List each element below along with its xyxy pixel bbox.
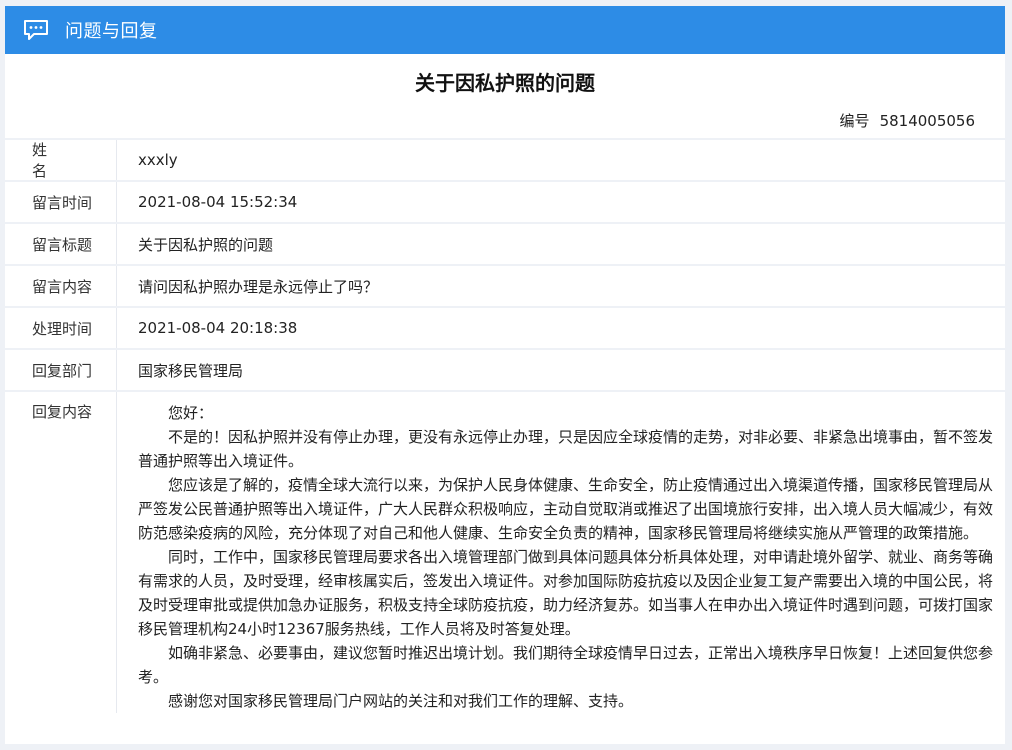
field-value: 请问因私护照办理是永远停止了吗？ (138, 277, 379, 296)
field-row-processing-time: 处理时间 2021-08-04 20:18:38 (5, 308, 1005, 350)
field-value: xxxly (138, 151, 178, 169)
reply-paragraph: 如确非紧急、必要事由，建议您暂时推迟出境计划。我们期待全球疫情早日过去，正常出入… (138, 644, 994, 686)
field-value: 国家移民管理局 (138, 361, 244, 380)
field-label: 留言时间 (5, 182, 117, 222)
field-row-message-title: 留言标题 关于因私护照的问题 (5, 224, 1005, 266)
panel-header: 问题与回复 (5, 6, 1005, 54)
field-label: 处理时间 (5, 308, 117, 348)
chat-bubble-icon (23, 19, 49, 41)
reply-body: 您好： 不是的！因私护照并没有停止办理，更没有永远停止办理，只是因应全球疫情的走… (117, 392, 1005, 713)
reply-paragraph: 您应该是了解的，疫情全球大流行以来，为保护人民身体健康、生命安全，防止疫情通过出… (138, 476, 994, 542)
field-row-reply-content: 回复内容 您好： 不是的！因私护照并没有停止办理，更没有永远停止办理，只是因应全… (5, 392, 1005, 713)
field-value: 2021-08-04 15:52:34 (138, 193, 298, 211)
field-label: 留言标题 (5, 224, 117, 264)
qa-panel: 问题与回复 关于因私护照的问题 编号 5814005056 姓名 xxxly 留言… (5, 6, 1005, 744)
field-label: 留言内容 (5, 266, 117, 306)
reply-paragraph: 您好： (168, 404, 214, 422)
field-label: 姓名 (5, 140, 117, 180)
panel-header-title: 问题与回复 (65, 21, 158, 42)
field-row-name: 姓名 xxxly (5, 140, 1005, 182)
field-label: 回复部门 (5, 350, 117, 390)
field-row-message-content: 留言内容 请问因私护照办理是永远停止了吗？ (5, 266, 1005, 308)
reply-paragraph: 不是的！因私护照并没有停止办理，更没有永远停止办理，只是因应全球疫情的走势，对非… (138, 428, 994, 470)
field-value: 2021-08-04 20:18:38 (138, 319, 298, 337)
field-row-message-time: 留言时间 2021-08-04 15:52:34 (5, 182, 1005, 224)
field-label: 回复内容 (5, 392, 117, 713)
reply-paragraph: 感谢您对国家移民管理局门户网站的关注和对我们工作的理解、支持。 (168, 692, 634, 710)
field-value: 关于因私护照的问题 (138, 235, 274, 254)
number-label: 编号 (839, 112, 870, 130)
field-row-reply-department: 回复部门 国家移民管理局 (5, 350, 1005, 392)
reply-paragraph: 同时，工作中，国家移民管理局要求各出入境管理部门做到具体问题具体分析具体处理，对… (138, 548, 994, 638)
message-fields: 姓名 xxxly 留言时间 2021-08-04 15:52:34 留言标题 关… (5, 138, 1005, 713)
number-value: 5814005056 (879, 112, 975, 130)
page-title: 关于因私护照的问题 (415, 71, 595, 95)
message-number: 编号 5814005056 (5, 110, 1005, 132)
